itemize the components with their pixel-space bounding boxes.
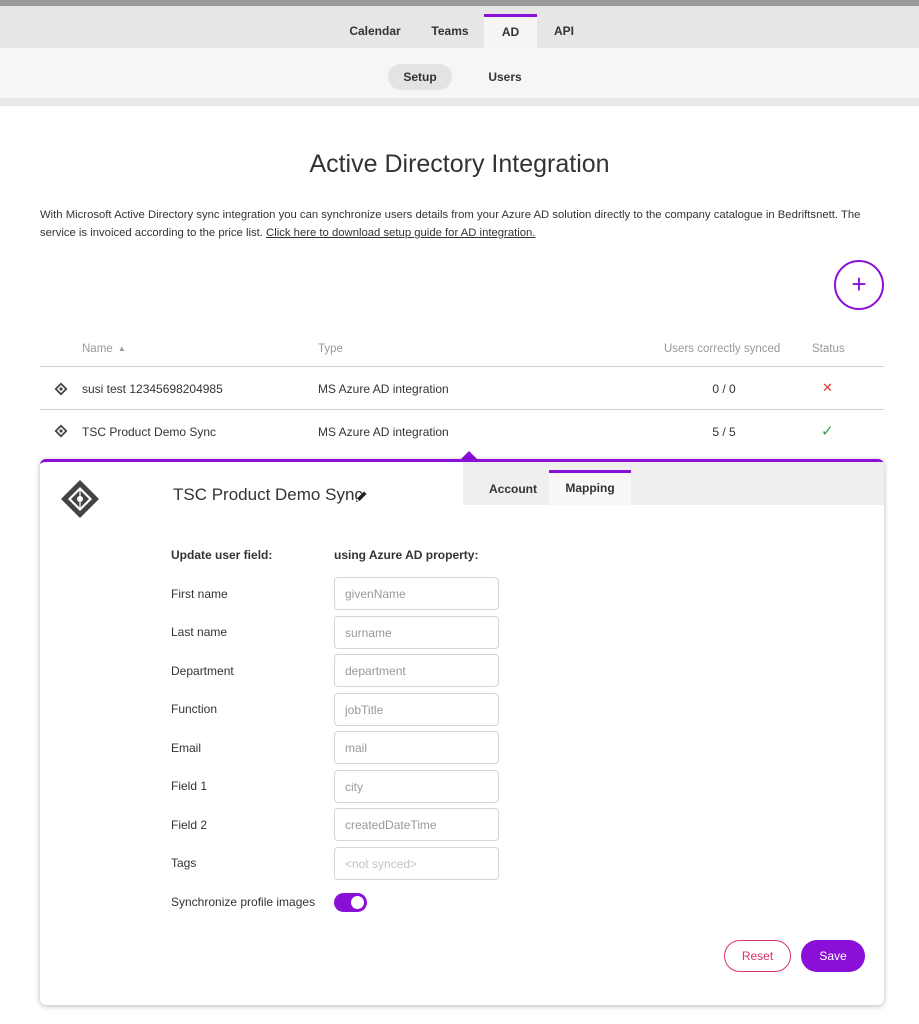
azure-ad-icon <box>54 382 68 396</box>
azure-property-column-label: using Azure AD property: <box>334 548 479 562</box>
field-label-field-1: Field 1 <box>171 779 208 793</box>
azure-ad-logo-icon <box>61 480 99 518</box>
intro-text: With Microsoft Active Directory sync int… <box>40 206 885 242</box>
edit-pencil-icon[interactable] <box>354 490 368 504</box>
function-mapping-input[interactable] <box>334 693 499 726</box>
row-synced-count: 5 / 5 <box>712 425 736 439</box>
column-header-synced: Users correctly synced <box>664 343 781 355</box>
row-name[interactable]: TSC Product Demo Sync <box>82 425 216 439</box>
toggle-knob <box>351 896 364 909</box>
add-integration-button[interactable]: + <box>834 260 884 310</box>
subtab-setup[interactable]: Setup <box>388 64 452 90</box>
subtab-users[interactable]: Users <box>478 64 532 90</box>
save-button[interactable]: Save <box>801 940 865 972</box>
department-mapping-input[interactable] <box>334 654 499 687</box>
reset-button[interactable]: Reset <box>724 940 791 972</box>
first-name-mapping-input[interactable] <box>334 577 499 610</box>
column-header-name-label: Name <box>82 343 113 355</box>
panel-tab-bar: Account <box>463 462 884 505</box>
row-type: MS Azure AD integration <box>318 382 449 396</box>
field-label-email: Email <box>171 741 202 755</box>
setup-guide-link[interactable]: Click here to download setup guide for A… <box>266 227 535 239</box>
main-tab-bar: Calendar Teams AD API <box>0 6 919 48</box>
row-name[interactable]: susi test 12345698204985 <box>82 382 223 396</box>
column-header-status: Status <box>812 343 845 355</box>
cross-icon: ✕ <box>822 380 833 395</box>
panel-title: TSC Product Demo Sync <box>173 485 363 504</box>
checkmark-icon: ✓ <box>821 423 834 440</box>
field-label-first-name: First name <box>171 587 228 601</box>
sync-profile-images-toggle[interactable] <box>334 893 367 912</box>
page-title: Active Directory Integration <box>309 150 610 178</box>
update-field-column-label: Update user field: <box>171 548 273 562</box>
email-mapping-input[interactable] <box>334 731 499 764</box>
tab-mapping[interactable]: Mapping <box>549 470 631 505</box>
field-1-mapping-input[interactable] <box>334 770 499 803</box>
row-type: MS Azure AD integration <box>318 425 449 439</box>
column-header-type: Type <box>318 343 343 355</box>
sort-ascending-icon: ▲ <box>117 344 126 353</box>
sync-profile-images-label: Synchronize profile images <box>171 895 316 909</box>
tab-api[interactable]: API <box>545 14 583 48</box>
field-label-field-2: Field 2 <box>171 818 208 832</box>
tags-mapping-input[interactable] <box>334 847 499 880</box>
field-2-mapping-input[interactable] <box>334 808 499 841</box>
table-row-divider <box>40 409 884 410</box>
tab-calendar[interactable]: Calendar <box>340 14 410 48</box>
sub-tab-bar: Setup Users <box>0 48 919 106</box>
field-label-tags: Tags <box>171 856 197 870</box>
tab-ad[interactable]: AD <box>484 14 537 48</box>
last-name-mapping-input[interactable] <box>334 616 499 649</box>
column-header-name[interactable]: Name ▲ <box>82 343 126 355</box>
table-header-divider <box>40 366 884 367</box>
field-label-department: Department <box>171 664 234 678</box>
row-synced-count: 0 / 0 <box>712 382 736 396</box>
tab-teams[interactable]: Teams <box>420 14 480 48</box>
field-label-last-name: Last name <box>171 625 228 639</box>
field-label-function: Function <box>171 702 218 716</box>
azure-ad-icon <box>54 424 68 438</box>
tab-account[interactable]: Account <box>489 482 537 496</box>
plus-icon: + <box>851 269 867 299</box>
